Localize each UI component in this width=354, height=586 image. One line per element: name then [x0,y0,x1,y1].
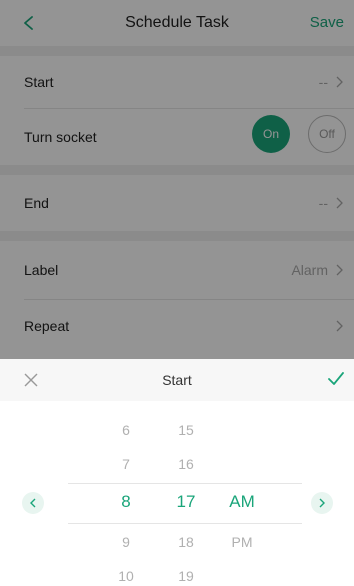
next-arrow-button[interactable] [311,492,333,514]
selection-line-top [68,483,302,484]
minute-cell[interactable]: 17 [156,492,216,512]
minute-cell[interactable]: 19 [156,568,216,584]
picker-title: Start [162,372,192,388]
modal-overlay[interactable] [0,0,354,359]
time-picker[interactable]: 6 7 8 9 10 15 16 17 18 19 AM PM [0,401,354,586]
chevron-right-icon [319,498,325,508]
hour-cell[interactable]: 9 [96,534,156,550]
check-icon[interactable] [328,372,344,386]
minute-cell[interactable]: 16 [156,456,216,472]
hour-cell[interactable]: 6 [96,422,156,438]
app-root: Schedule Task Save Start -- Turn socket … [0,0,354,586]
hour-cell[interactable]: 8 [96,492,156,512]
prev-arrow-button[interactable] [22,492,44,514]
hour-cell[interactable]: 7 [96,456,156,472]
minute-cell[interactable]: 18 [156,534,216,550]
meridiem-cell[interactable]: PM [212,534,272,550]
minute-cell[interactable]: 15 [156,422,216,438]
chevron-left-icon [30,498,36,508]
picker-header: Start [0,359,354,401]
meridiem-cell[interactable]: AM [212,492,272,512]
hour-cell[interactable]: 10 [96,568,156,584]
selection-line-bottom [68,523,302,524]
